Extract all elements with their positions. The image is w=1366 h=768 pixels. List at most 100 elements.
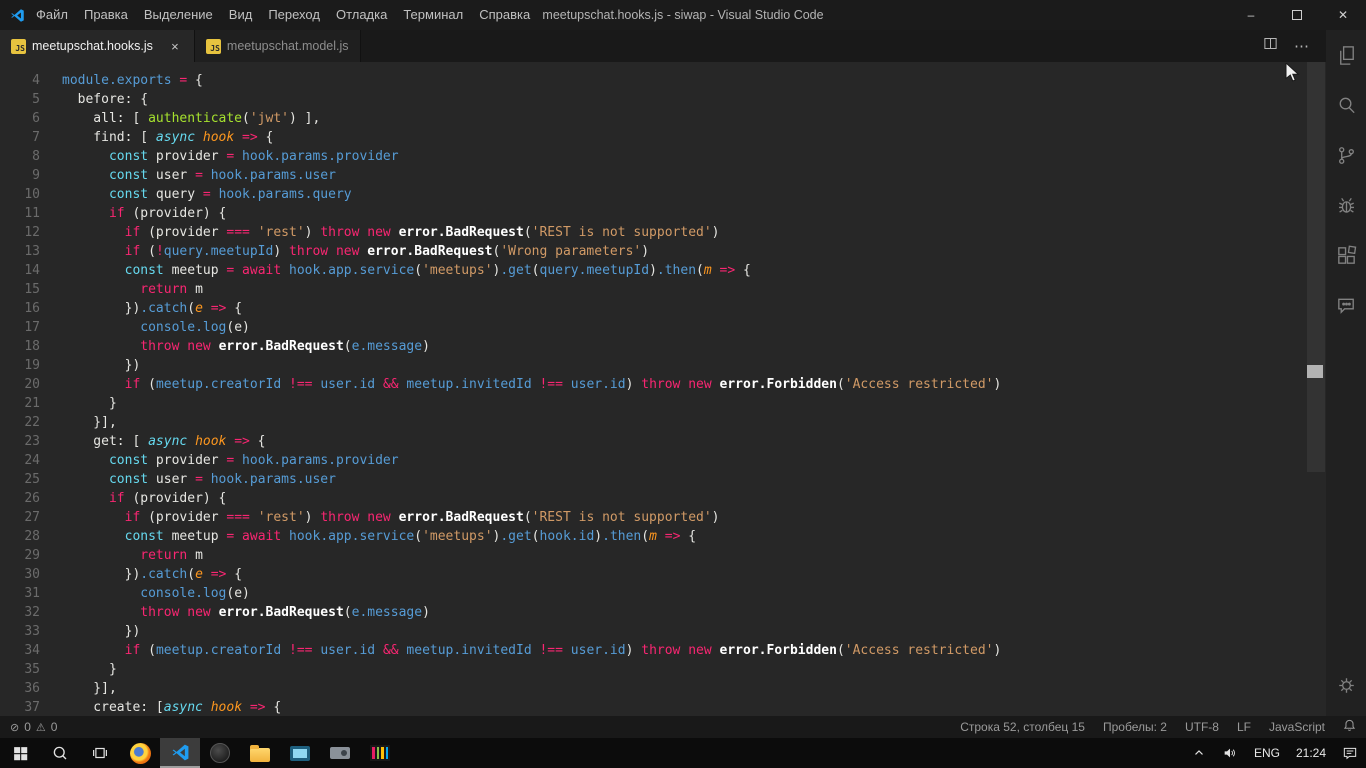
line-number[interactable]: 17: [0, 318, 40, 337]
file-explorer-icon[interactable]: [240, 738, 280, 768]
line-number[interactable]: 22: [0, 413, 40, 432]
minimize-button[interactable]: –: [1228, 0, 1274, 30]
code-line[interactable]: 29 return m: [0, 546, 1001, 565]
line-number[interactable]: 12: [0, 223, 40, 242]
tab-close-icon[interactable]: ×: [167, 39, 183, 54]
code-line[interactable]: 13 if (!query.meetupId) throw new error.…: [0, 242, 1001, 261]
code-line[interactable]: 5 before: {: [0, 90, 1001, 109]
tab-meetupschat-model[interactable]: JS meetupschat.model.js: [195, 30, 361, 62]
line-number[interactable]: 26: [0, 489, 40, 508]
code-line[interactable]: 37 create: [async hook => {: [0, 698, 1001, 716]
more-actions-icon[interactable]: ⋯: [1294, 37, 1310, 55]
code-line[interactable]: 6 all: [ authenticate('jwt') ],: [0, 109, 1001, 128]
line-number[interactable]: 33: [0, 622, 40, 641]
line-number[interactable]: 18: [0, 337, 40, 356]
line-number[interactable]: 35: [0, 660, 40, 679]
code-line[interactable]: 24 const provider = hook.params.provider: [0, 451, 1001, 470]
notifications-bell-icon[interactable]: [1343, 719, 1356, 735]
vscode-taskbar-icon[interactable]: [160, 738, 200, 768]
round-dark-app-icon[interactable]: [200, 738, 240, 768]
code-line[interactable]: 10 const query = hook.params.query: [0, 185, 1001, 204]
code-line[interactable]: 23 get: [ async hook => {: [0, 432, 1001, 451]
line-number[interactable]: 23: [0, 432, 40, 451]
menubar-item[interactable]: Переход: [260, 0, 328, 30]
line-number[interactable]: 8: [0, 147, 40, 166]
code-line[interactable]: 17 console.log(e): [0, 318, 1001, 337]
code-editor[interactable]: 4module.exports = {5 before: {6 all: [ a…: [0, 62, 1326, 716]
split-editor-icon[interactable]: [1263, 36, 1278, 56]
code-line[interactable]: 20 if (meetup.creatorId !== user.id && m…: [0, 375, 1001, 394]
encoding[interactable]: UTF-8: [1185, 720, 1219, 734]
code-line[interactable]: 34 if (meetup.creatorId !== user.id && m…: [0, 641, 1001, 660]
menubar-item[interactable]: Правка: [76, 0, 136, 30]
code-line[interactable]: 26 if (provider) {: [0, 489, 1001, 508]
device-app-icon[interactable]: [320, 738, 360, 768]
code-line[interactable]: 22 }],: [0, 413, 1001, 432]
line-number[interactable]: 7: [0, 128, 40, 147]
line-number[interactable]: 10: [0, 185, 40, 204]
line-number[interactable]: 5: [0, 90, 40, 109]
code-line[interactable]: 27 if (provider === 'rest') throw new er…: [0, 508, 1001, 527]
task-view-icon[interactable]: [80, 738, 120, 768]
code-line[interactable]: 28 const meetup = await hook.app.service…: [0, 527, 1001, 546]
cursor-position[interactable]: Строка 52, столбец 15: [960, 720, 1085, 734]
menubar-item[interactable]: Выделение: [136, 0, 221, 30]
line-number[interactable]: 14: [0, 261, 40, 280]
line-number[interactable]: 32: [0, 603, 40, 622]
code-line[interactable]: 21 }: [0, 394, 1001, 413]
line-number[interactable]: 16: [0, 299, 40, 318]
clock[interactable]: 21:24: [1288, 738, 1334, 768]
line-number[interactable]: 6: [0, 109, 40, 128]
line-number[interactable]: 37: [0, 698, 40, 716]
code-line[interactable]: 33 }): [0, 622, 1001, 641]
menubar-item[interactable]: Файл: [28, 0, 76, 30]
indentation[interactable]: Пробелы: 2: [1103, 720, 1167, 734]
code-line[interactable]: 31 console.log(e): [0, 584, 1001, 603]
line-number[interactable]: 21: [0, 394, 40, 413]
line-number[interactable]: 28: [0, 527, 40, 546]
code-line[interactable]: 9 const user = hook.params.user: [0, 166, 1001, 185]
line-number[interactable]: 31: [0, 584, 40, 603]
volume-icon[interactable]: [1214, 738, 1246, 768]
line-number[interactable]: 27: [0, 508, 40, 527]
code-line[interactable]: 11 if (provider) {: [0, 204, 1001, 223]
line-number[interactable]: 25: [0, 470, 40, 489]
code-line[interactable]: 16 }).catch(e => {: [0, 299, 1001, 318]
line-number[interactable]: 13: [0, 242, 40, 261]
code-line[interactable]: 36 }],: [0, 679, 1001, 698]
code-line[interactable]: 14 const meetup = await hook.app.service…: [0, 261, 1001, 280]
editor-scrollbar[interactable]: [1306, 62, 1326, 716]
code-line[interactable]: 19 }): [0, 356, 1001, 375]
firefox-icon[interactable]: [120, 738, 160, 768]
color-bars-app-icon[interactable]: [360, 738, 400, 768]
line-number[interactable]: 9: [0, 166, 40, 185]
problems-indicator[interactable]: ⊘ 0 ⚠ 0: [10, 720, 57, 734]
language-indicator[interactable]: ENG: [1246, 738, 1288, 768]
code-line[interactable]: 7 find: [ async hook => {: [0, 128, 1001, 147]
maximize-button[interactable]: [1274, 0, 1320, 30]
line-number[interactable]: 11: [0, 204, 40, 223]
code-line[interactable]: 25 const user = hook.params.user: [0, 470, 1001, 489]
code-line[interactable]: 15 return m: [0, 280, 1001, 299]
line-number[interactable]: 24: [0, 451, 40, 470]
code-line[interactable]: 8 const provider = hook.params.provider: [0, 147, 1001, 166]
menubar-item[interactable]: Вид: [221, 0, 261, 30]
line-number[interactable]: 20: [0, 375, 40, 394]
action-center-icon[interactable]: [1334, 738, 1366, 768]
menubar-item[interactable]: Отладка: [328, 0, 395, 30]
tv-app-icon[interactable]: [280, 738, 320, 768]
menubar-item[interactable]: Терминал: [395, 0, 471, 30]
explorer-icon[interactable]: [1326, 30, 1366, 80]
code-line[interactable]: 4module.exports = {: [0, 71, 1001, 90]
code-line[interactable]: 12 if (provider === 'rest') throw new er…: [0, 223, 1001, 242]
line-number[interactable]: 36: [0, 679, 40, 698]
menubar-item[interactable]: Справка: [471, 0, 538, 30]
line-number[interactable]: 19: [0, 356, 40, 375]
scrollbar-thumb[interactable]: [1307, 62, 1325, 472]
tab-meetupschat-hooks[interactable]: JS meetupschat.hooks.js ×: [0, 30, 195, 62]
close-button[interactable]: ✕: [1320, 0, 1366, 30]
source-control-icon[interactable]: [1326, 130, 1366, 180]
language-mode[interactable]: JavaScript: [1269, 720, 1325, 734]
extensions-icon[interactable]: [1326, 230, 1366, 280]
line-number[interactable]: 15: [0, 280, 40, 299]
